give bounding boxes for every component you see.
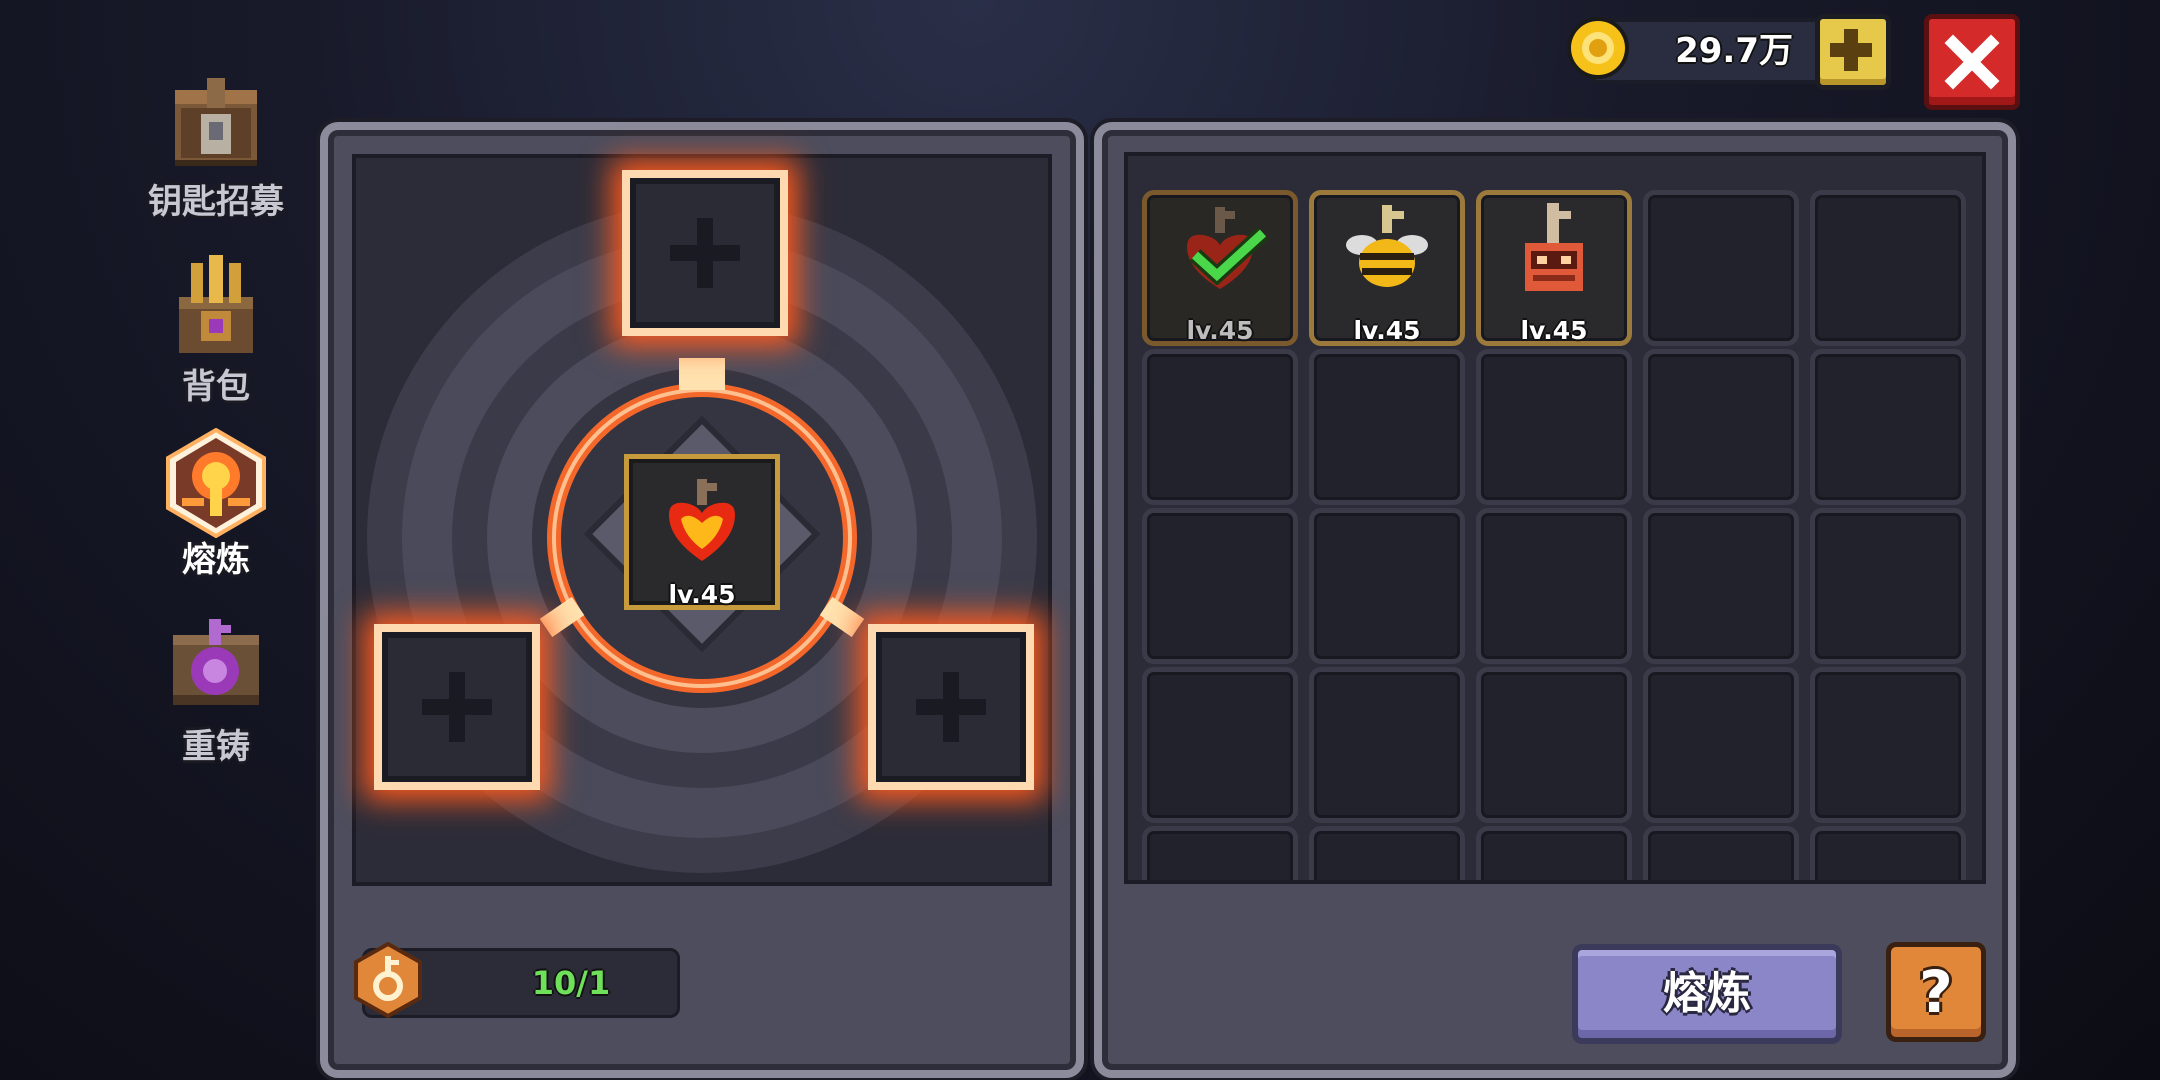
add-coin-button[interactable]: [1815, 14, 1891, 90]
inventory-slot-empty[interactable]: [1476, 349, 1632, 505]
forge-center-slot[interactable]: lv.45: [624, 454, 780, 610]
plus-icon: [670, 218, 740, 288]
smelt-furnace-icon: [161, 427, 271, 539]
inventory-slot-empty[interactable]: [1810, 349, 1966, 505]
coin-amount: 29.7万: [1675, 31, 1793, 71]
coin-icon: [1564, 14, 1632, 82]
inventory-slot-empty[interactable]: [1142, 667, 1298, 823]
nav-item-backpack[interactable]: 背包: [138, 255, 294, 408]
nav-label: 钥匙招募: [148, 182, 284, 222]
inventory-slot-empty[interactable]: [1142, 826, 1298, 880]
nav-label: 重铸: [182, 727, 250, 767]
inventory-slot-empty[interactable]: [1643, 349, 1799, 505]
robot-key-icon: [1525, 203, 1583, 291]
inventory-slot-empty[interactable]: [1810, 508, 1966, 664]
check-icon: [1189, 227, 1269, 285]
inventory-slot-empty[interactable]: [1643, 826, 1799, 880]
help-icon: ?: [1919, 958, 1953, 1026]
inventory-slot-empty[interactable]: [1643, 508, 1799, 664]
inventory-grid: lv.45 lv.45 lv.45: [1124, 152, 1986, 884]
inventory-slot-empty[interactable]: [1309, 667, 1465, 823]
item-level: lv.45: [1186, 316, 1254, 345]
key-chest-icon: [161, 70, 271, 180]
inventory-slot-empty[interactable]: [1309, 826, 1465, 880]
smelt-button[interactable]: 熔炼: [1572, 944, 1842, 1044]
plus-icon: [422, 672, 492, 742]
nav-item-key-recruit[interactable]: 钥匙招募: [138, 70, 294, 223]
inventory-slot-empty[interactable]: [1810, 667, 1966, 823]
inventory-item-1[interactable]: lv.45: [1142, 190, 1298, 346]
item-level: lv.45: [668, 580, 736, 609]
forge-slot-top[interactable]: [622, 170, 788, 336]
close-icon: [1944, 34, 2000, 90]
plus-icon: [916, 672, 986, 742]
item-level: lv.45: [1353, 316, 1421, 345]
orange-key-badge-icon: [350, 941, 426, 1019]
inventory-item-2[interactable]: lv.45: [1309, 190, 1465, 346]
inventory-panel: lv.45 lv.45 lv.45: [1094, 122, 2016, 1078]
inventory-slot-empty[interactable]: [1142, 349, 1298, 505]
forge-slot-right[interactable]: [868, 624, 1034, 790]
inventory-slot-empty[interactable]: [1810, 190, 1966, 346]
bee-key-icon: [1346, 205, 1428, 287]
inventory-slot-empty[interactable]: [1142, 508, 1298, 664]
nav-label: 熔炼: [182, 540, 250, 580]
inventory-slot-empty[interactable]: [1309, 508, 1465, 664]
forge-panel: lv.45 10/1: [320, 122, 1084, 1078]
inventory-slot-empty[interactable]: [1476, 667, 1632, 823]
nav-item-smelt[interactable]: 熔炼: [138, 427, 294, 581]
key-count: 10/1: [531, 964, 611, 1002]
item-level: lv.45: [1520, 316, 1588, 345]
nav-item-recast[interactable]: 重铸: [138, 615, 294, 768]
recast-key-icon: [161, 615, 271, 725]
inventory-slot-empty[interactable]: [1643, 667, 1799, 823]
inventory-slot-empty[interactable]: [1476, 508, 1632, 664]
inventory-slot-empty[interactable]: [1810, 826, 1966, 880]
inventory-slot-empty[interactable]: [1309, 349, 1465, 505]
red-fire-key-icon: [669, 479, 735, 561]
close-button[interactable]: [1924, 14, 2020, 110]
help-button[interactable]: ?: [1886, 942, 1986, 1042]
inventory-slot-empty[interactable]: [1643, 190, 1799, 346]
nav-label: 背包: [182, 367, 250, 407]
inventory-slot-empty[interactable]: [1476, 826, 1632, 880]
inventory-item-3[interactable]: lv.45: [1476, 190, 1632, 346]
backpack-icon: [161, 255, 271, 365]
forge-slot-left[interactable]: [374, 624, 540, 790]
